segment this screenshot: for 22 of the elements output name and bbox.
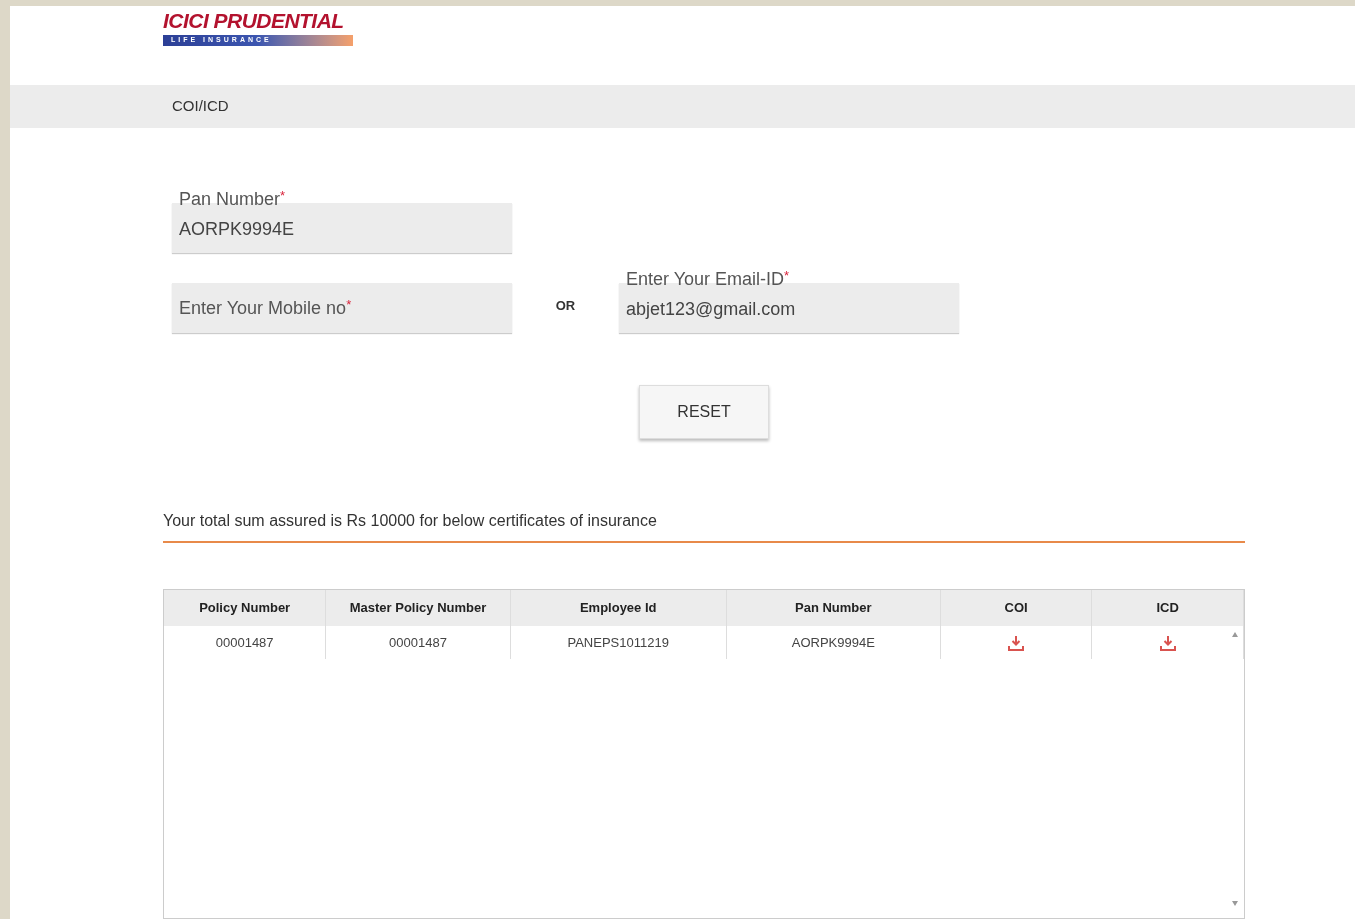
- download-icon[interactable]: [1159, 635, 1176, 652]
- table-cell: 00001487: [164, 626, 326, 659]
- column-header: Pan Number: [726, 590, 941, 626]
- column-header: Master Policy Number: [325, 590, 511, 626]
- download-icon[interactable]: [1008, 635, 1025, 652]
- column-header: ICD: [1091, 590, 1244, 626]
- scroll-up-icon[interactable]: [1232, 632, 1238, 637]
- column-header: Policy Number: [164, 590, 326, 626]
- page-title: COI/ICD: [172, 96, 229, 117]
- reset-button[interactable]: RESET: [639, 385, 769, 439]
- or-separator: OR: [554, 296, 577, 315]
- table-cell: AORPK9994E: [726, 626, 941, 659]
- summary-text: Your total sum assured is Rs 10000 for below certificates of insurance: [163, 509, 1245, 543]
- column-header: COI: [940, 590, 1092, 626]
- input-field[interactable]: Enter Your Mobile no*: [172, 283, 512, 333]
- field-label: Pan Number*: [179, 187, 286, 211]
- table-cell: 00001487: [325, 626, 511, 659]
- field-label: Enter Your Email-ID*: [626, 267, 790, 291]
- column-header: Employee Id: [510, 590, 727, 626]
- table-cell: PANEPS1011219: [510, 626, 727, 659]
- field-label: Enter Your Mobile no*: [179, 296, 352, 320]
- scroll-down-icon[interactable]: [1232, 901, 1238, 906]
